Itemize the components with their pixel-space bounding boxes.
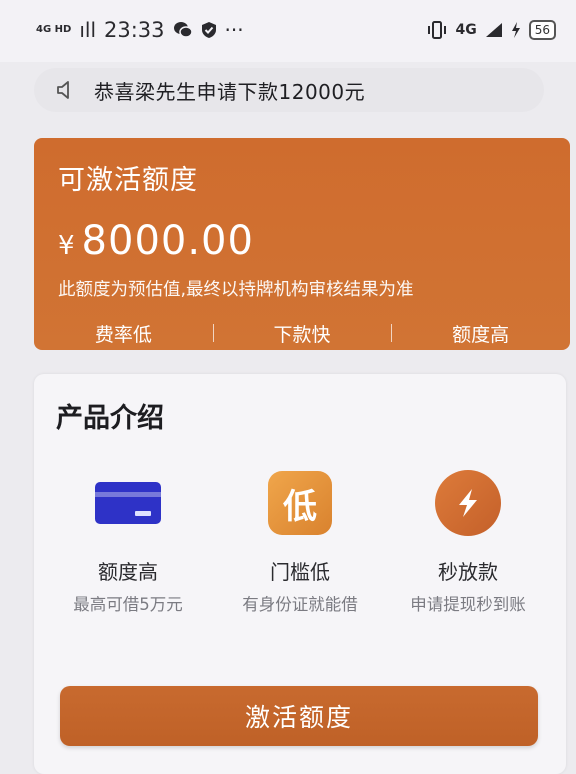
notice-text: 恭喜梁先生申请下款12000元 — [94, 79, 366, 104]
vibrate-icon — [428, 21, 447, 39]
tag-high-limit: 额度高 — [391, 320, 570, 347]
lightning-icon — [435, 470, 501, 536]
network-indicator: 4G HD — [36, 24, 72, 35]
feature-high-limit: 额度高 最高可借5万元 — [38, 468, 218, 615]
credit-amount: 8000.00 — [81, 218, 254, 264]
charging-icon — [511, 22, 520, 38]
currency-symbol: ¥ — [58, 231, 76, 261]
feature-title: 门槛低 — [270, 560, 330, 584]
credit-limit-card: 可激活额度 ¥8000.00 此额度为预估值,最终以持牌机构审核结果为准 费率低… — [34, 138, 570, 350]
feature-desc: 最高可借5万元 — [73, 595, 183, 614]
feature-title: 秒放款 — [438, 560, 498, 584]
tag-low-rate: 费率低 — [94, 324, 152, 346]
notice-bar: 恭喜梁先生申请下款12000元 — [34, 68, 544, 112]
low-badge-icon: 低 — [268, 471, 332, 535]
credit-tags: 费率低 下款快 额度高 — [34, 320, 570, 347]
feature-instant-payout: 秒放款 申请提现秒到账 — [378, 468, 558, 615]
feature-low-threshold: 低 门槛低 有身份证就能借 — [210, 468, 390, 615]
status-bar: 4G HD ıll 23:33 ··· 4G 56 — [0, 0, 576, 62]
credit-title: 可激活额度 — [58, 165, 198, 196]
clock: 23:33 — [104, 18, 165, 42]
credit-note: 此额度为预估值,最终以持牌机构审核结果为准 — [58, 280, 414, 300]
more-icon: ··· — [224, 18, 244, 42]
tag-fast-payout: 下款快 — [212, 320, 392, 347]
battery-level: 56 — [528, 20, 556, 40]
activate-credit-button[interactable]: 激活额度 — [60, 686, 538, 746]
product-title: 产品介绍 — [56, 403, 164, 434]
shield-icon — [201, 22, 216, 38]
signal-icon: ıll — [79, 18, 96, 42]
network-type: 4G — [455, 22, 477, 38]
feature-title: 额度高 — [98, 560, 158, 584]
feature-desc: 申请提现秒到账 — [410, 595, 526, 614]
feature-desc: 有身份证就能借 — [242, 595, 358, 614]
bank-card-icon — [95, 482, 161, 524]
signal-bars-icon — [485, 23, 502, 37]
speaker-icon — [57, 81, 69, 99]
credit-amount-display: ¥8000.00 — [58, 218, 254, 264]
wechat-icon — [173, 22, 193, 38]
